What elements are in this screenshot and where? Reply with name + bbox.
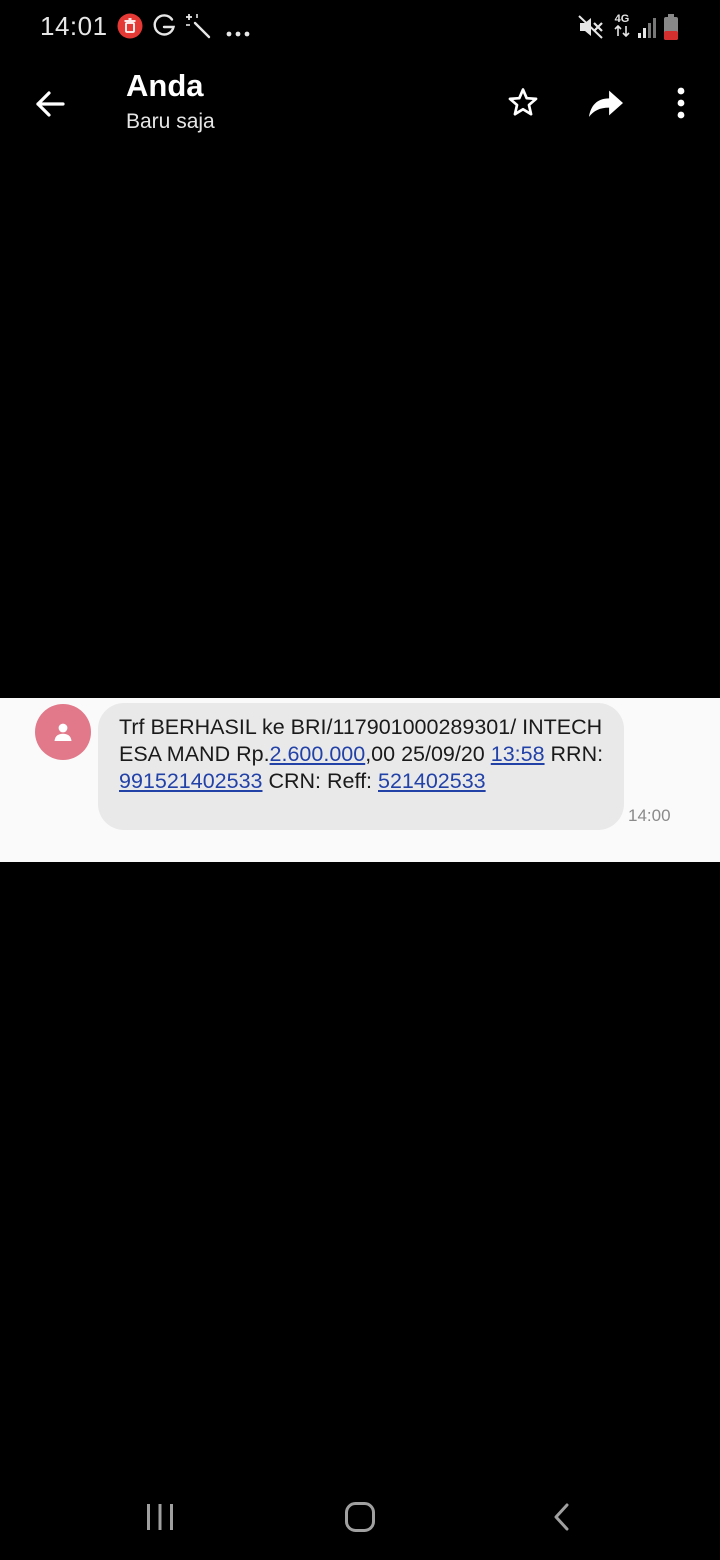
signal-icon [637, 15, 659, 44]
time-link[interactable]: 13:58 [491, 742, 545, 766]
app-bar: Anda Baru saja [0, 56, 720, 156]
conversation-title: Anda [126, 68, 204, 103]
home-icon [345, 1502, 375, 1532]
reff-link[interactable]: 521402533 [378, 769, 486, 793]
recent-apps-button[interactable] [130, 1492, 190, 1542]
forward-icon [589, 90, 623, 117]
home-button[interactable] [330, 1492, 390, 1542]
amount-link[interactable]: 2.600.000 [270, 742, 366, 766]
conversation-subtitle: Baru saja [126, 110, 215, 133]
status-time: 14:01 [40, 11, 108, 41]
back-nav-button[interactable] [532, 1492, 592, 1542]
mute-icon [578, 15, 604, 44]
navigation-bar [0, 1476, 720, 1560]
arrow-back-icon [36, 91, 65, 117]
google-icon [151, 12, 177, 45]
back-nav-icon [554, 1503, 569, 1531]
network-type-label: 4G [614, 13, 630, 25]
message-text-part: CRN: Reff: [262, 769, 378, 793]
message-timestamp: 14:00 [628, 806, 671, 825]
network-4g-icon: 4G [611, 13, 633, 41]
message-row: Trf BERHASIL ke BRI/117901000289301/ INT… [0, 698, 720, 862]
rrn-link[interactable]: 991521402533 [119, 769, 263, 793]
forward-button[interactable] [581, 78, 631, 128]
more-notifications-icon [226, 24, 252, 42]
magic-wand-icon [184, 12, 212, 45]
more-options-button[interactable] [656, 78, 706, 128]
back-button[interactable] [26, 80, 74, 128]
star-icon [508, 88, 538, 116]
status-bar: 14:01 4G [0, 0, 720, 56]
delete-notification-icon [117, 13, 143, 44]
sender-avatar[interactable] [35, 704, 91, 760]
message-text-part: RRN: [544, 742, 604, 766]
person-icon [54, 723, 72, 741]
message-bubble[interactable]: Trf BERHASIL ke BRI/117901000289301/ INT… [98, 703, 624, 830]
more-vert-icon [677, 87, 685, 119]
recent-apps-icon [147, 1504, 173, 1530]
message-text: Trf BERHASIL ke BRI/117901000289301/ INT… [119, 714, 608, 795]
battery-icon [662, 13, 680, 46]
star-button[interactable] [498, 78, 548, 128]
message-text-part: ,00 25/09/20 [365, 742, 491, 766]
